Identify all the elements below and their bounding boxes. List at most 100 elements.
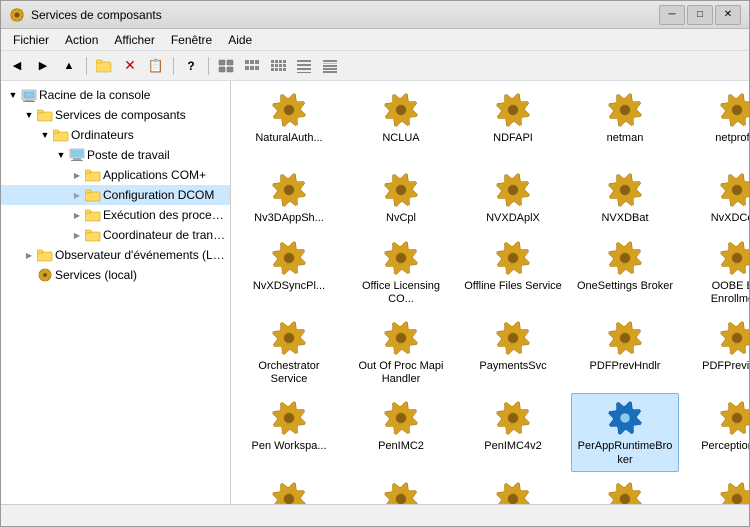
icon-observateur [37, 247, 53, 263]
item-icon-32 [381, 479, 421, 504]
menu-fenetre[interactable]: Fenêtre [163, 31, 220, 49]
item-label-8: NvCpl [386, 212, 416, 225]
items-grid: NaturalAuth... NCLUA NDFAPI netman netpr… [235, 85, 745, 504]
title-bar-buttons: ─ □ ✕ [659, 5, 741, 25]
grid-item-11[interactable]: NvXDCore [683, 165, 749, 230]
item-icon-14 [381, 238, 421, 278]
view-medium-button[interactable] [240, 55, 264, 77]
item-icon-34 [605, 479, 645, 504]
item-label-16: OneSettings Broker [577, 280, 673, 293]
content-panel: NaturalAuth... NCLUA NDFAPI netman netpr… [231, 81, 749, 504]
grid-item-16[interactable]: OneSettings Broker [571, 233, 679, 311]
grid-item-14[interactable]: Office Licensing CO... [347, 233, 455, 311]
sidebar-item-com[interactable]: ▶ Applications COM+ [1, 165, 230, 185]
grid-item-25[interactable]: Pen Workspa... [235, 393, 343, 471]
sidebar-label-poste: Poste de travail [87, 148, 170, 162]
sidebar-item-services-local[interactable]: ▶ Services (local) [1, 265, 230, 285]
item-label-9: NVXDAplX [486, 212, 540, 225]
sidebar-item-ordinateurs[interactable]: ▼ Ordinateurs [1, 125, 230, 145]
menu-action[interactable]: Action [57, 31, 106, 49]
grid-item-3[interactable]: NDFAPI [459, 85, 567, 163]
sidebar-label-ordinateurs: Ordinateurs [71, 128, 134, 142]
view-list-button[interactable] [292, 55, 316, 77]
help-button[interactable]: ? [179, 55, 203, 77]
grid-item-29[interactable]: PerceptionSi... [683, 393, 749, 471]
grid-item-22[interactable]: PDFPrevHndlr [571, 313, 679, 391]
view-detail-button[interactable] [318, 55, 342, 77]
grid-item-27[interactable]: PenIMC4v2 [459, 393, 567, 471]
grid-item-35[interactable]: Play with Windows ... [683, 474, 749, 504]
minimize-button[interactable]: ─ [659, 5, 685, 25]
icon-dcom [85, 187, 101, 203]
sidebar-item-poste[interactable]: ▼ Poste de travail [1, 145, 230, 165]
grid-item-15[interactable]: Offline Files Service [459, 233, 567, 311]
grid-item-23[interactable]: PDFPreview... [683, 313, 749, 391]
sidebar-label-execution: Exécution des processus [103, 208, 226, 222]
grid-item-4[interactable]: netman [571, 85, 679, 163]
grid-item-20[interactable]: Out Of Proc Mapi Handler [347, 313, 455, 391]
grid-item-19[interactable]: Orchestrator Service [235, 313, 343, 391]
forward-button[interactable]: ▶ [31, 55, 55, 77]
item-icon-10 [605, 170, 645, 210]
icon-execution [85, 207, 101, 223]
close-button[interactable]: ✕ [715, 5, 741, 25]
sidebar-label-services: Services de composants [55, 108, 186, 122]
window-title: Services de composants [31, 8, 659, 22]
grid-item-13[interactable]: NvXDSyncPl... [235, 233, 343, 311]
grid-item-33[interactable]: PhotoAcquire [459, 474, 567, 504]
maximize-button[interactable]: □ [687, 5, 713, 25]
folder-button[interactable] [92, 55, 116, 77]
properties-button[interactable]: 📋 [144, 55, 168, 77]
item-icon-19 [269, 318, 309, 358]
sidebar-label-com: Applications COM+ [103, 168, 206, 182]
item-icon-23 [717, 318, 749, 358]
status-bar [1, 504, 749, 526]
grid-item-34[interactable]: PLA [571, 474, 679, 504]
grid-item-17[interactable]: OOBE Bio Enrollment [683, 233, 749, 311]
grid-item-21[interactable]: PaymentsSvc [459, 313, 567, 391]
back-button[interactable]: ◀ [5, 55, 29, 77]
grid-item-2[interactable]: NCLUA [347, 85, 455, 163]
view-large-button[interactable] [214, 55, 238, 77]
main-window: Services de composants ─ □ ✕ Fichier Act… [0, 0, 750, 527]
icon-services-local [37, 267, 53, 283]
grid-item-9[interactable]: NVXDAplX [459, 165, 567, 230]
menu-afficher[interactable]: Afficher [106, 31, 162, 49]
sidebar-item-services[interactable]: ▼ Services de composants [1, 105, 230, 125]
item-icon-15 [493, 238, 533, 278]
delete-button[interactable]: ✕ [118, 55, 142, 77]
grid-item-32[interactable]: PhotoAcqH... [347, 474, 455, 504]
icon-com [85, 167, 101, 183]
sidebar-item-coordinateur[interactable]: ▶ Coordinateur de transactio... [1, 225, 230, 245]
main-content: ▼ Racine de la console ▼ [1, 81, 749, 504]
item-label-4: netman [607, 132, 644, 145]
item-icon-20 [381, 318, 421, 358]
sidebar-label-racine: Racine de la console [39, 88, 150, 102]
grid-item-1[interactable]: NaturalAuth... [235, 85, 343, 163]
item-label-21: PaymentsSvc [479, 360, 546, 373]
grid-item-31[interactable]: PersistentZo... [235, 474, 343, 504]
grid-item-5[interactable]: netprofm [683, 85, 749, 163]
icon-coordinateur [85, 227, 101, 243]
item-label-28: PerAppRuntimeBroker [575, 440, 675, 466]
item-label-13: NvXDSyncPl... [253, 280, 325, 293]
grid-item-26[interactable]: PenIMC2 [347, 393, 455, 471]
item-icon-27 [493, 398, 533, 438]
item-label-19: Orchestrator Service [239, 360, 339, 386]
item-label-11: NvXDCore [711, 212, 749, 225]
grid-item-10[interactable]: NVXDBat [571, 165, 679, 230]
view-small-button[interactable] [266, 55, 290, 77]
sidebar-item-dcom[interactable]: ▶ Configuration DCOM [1, 185, 230, 205]
grid-item-28[interactable]: PerAppRuntimeBroker [571, 393, 679, 471]
item-icon-17 [717, 238, 749, 278]
menu-aide[interactable]: Aide [220, 31, 260, 49]
grid-item-7[interactable]: Nv3DAppSh... [235, 165, 343, 230]
sidebar-item-execution[interactable]: ▶ Exécution des processus [1, 205, 230, 225]
sidebar-item-racine[interactable]: ▼ Racine de la console [1, 85, 230, 105]
sidebar-item-observateur[interactable]: ▶ Observateur d'événements (Local) [1, 245, 230, 265]
icon-ordinateurs [53, 127, 69, 143]
icon-services [37, 107, 53, 123]
up-button[interactable]: ▲ [57, 55, 81, 77]
grid-item-8[interactable]: NvCpl [347, 165, 455, 230]
menu-fichier[interactable]: Fichier [5, 31, 57, 49]
